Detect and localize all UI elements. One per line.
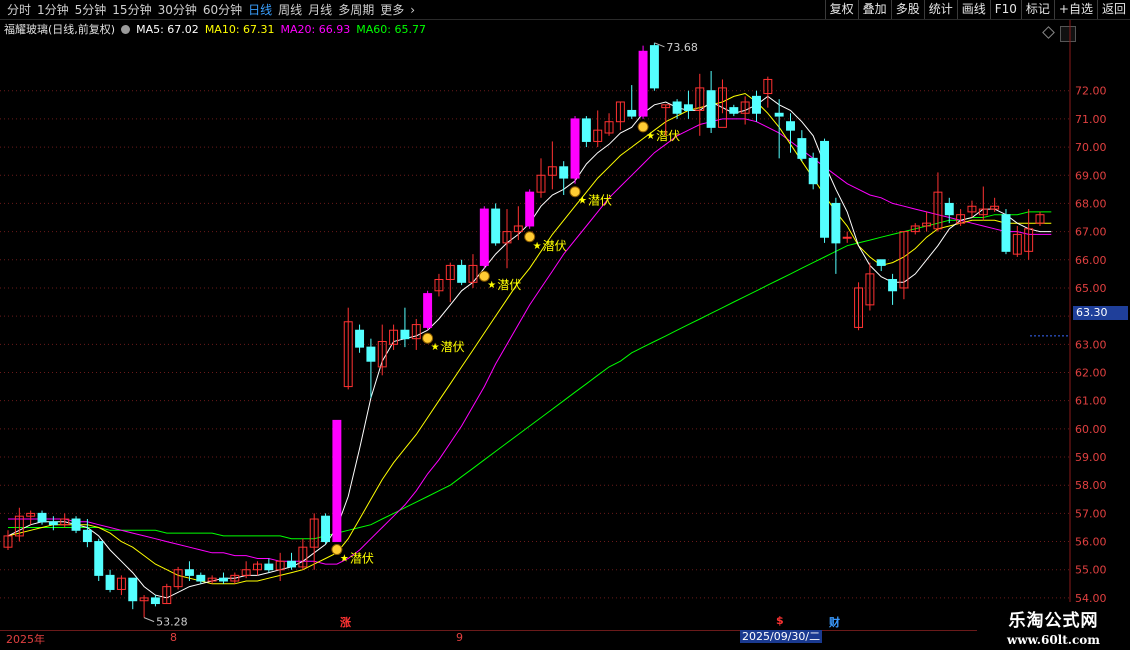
y-tick-label: 69.00 — [1075, 169, 1107, 182]
date-month-8: 8 — [170, 631, 177, 644]
candle-body — [774, 112, 784, 117]
signal-label: 潜伏 — [497, 278, 521, 292]
candle-body — [366, 346, 376, 362]
candle-body — [638, 50, 648, 117]
signal-label: 潜伏 — [588, 194, 612, 208]
candle-body — [355, 329, 365, 348]
selected-date: 2025/09/30/二 — [740, 630, 823, 643]
candle-body — [184, 569, 194, 576]
ma10-line — [7, 92, 1052, 585]
event-cai[interactable]: 财 — [829, 614, 840, 630]
candle-body — [48, 521, 58, 526]
watermark-url: www.60lt.com — [1007, 633, 1100, 647]
candle-body — [706, 90, 716, 128]
signal-star-icon: ★ — [578, 196, 587, 207]
candle-body — [559, 166, 569, 179]
y-tick-label: 56.00 — [1075, 536, 1107, 549]
candle-body — [105, 574, 115, 590]
candle-body — [888, 279, 898, 292]
candle-body — [196, 574, 206, 582]
candle-body — [683, 104, 693, 111]
y-tick-label: 57.00 — [1075, 507, 1107, 520]
candle-body — [71, 518, 81, 531]
candle-body — [423, 293, 433, 328]
signal-star-icon: ★ — [431, 342, 440, 353]
candle-body — [332, 419, 342, 543]
y-tick-label: 70.00 — [1075, 141, 1107, 154]
y-tick-label: 58.00 — [1075, 479, 1107, 492]
candle-body — [525, 191, 535, 227]
watermark-title: 乐淘公式网 — [1008, 611, 1099, 631]
candle-body — [752, 95, 761, 114]
y-tick-label: 60.00 — [1075, 423, 1107, 436]
signal-star-icon: ★ — [533, 241, 542, 252]
ma5-line — [7, 95, 1052, 599]
candle-body — [627, 109, 637, 117]
candle-body — [128, 577, 138, 602]
candle-body — [1001, 214, 1011, 252]
candle-body — [729, 107, 739, 114]
y-tick-label: 67.00 — [1075, 226, 1107, 239]
ma60-line — [8, 211, 1052, 540]
y-tick-label: 63.00 — [1075, 338, 1107, 351]
candlestick-chart[interactable]: 72.00 71.00 70.00 69.00 68.00 67.00 66.00 65.00… — [0, 0, 1130, 650]
candle-body — [944, 202, 954, 216]
candle-body — [649, 45, 659, 89]
y-tick-label: 55.00 — [1075, 564, 1107, 577]
y-tick-label: 61.00 — [1075, 395, 1107, 408]
candle-body — [808, 157, 818, 185]
y-tick-label: 66.00 — [1075, 254, 1107, 267]
candle-body — [820, 140, 829, 238]
y-tick-label: 71.00 — [1075, 113, 1107, 126]
low-label: 53.28 — [156, 616, 188, 629]
candle-body — [491, 208, 501, 244]
candle-body — [797, 138, 807, 159]
candle-body — [219, 577, 228, 582]
candle-body — [82, 529, 92, 543]
low-pointer — [143, 617, 155, 623]
candle-body — [570, 118, 580, 179]
candle-body — [321, 515, 331, 543]
y-tick-label: 62.00 — [1075, 366, 1107, 379]
date-month-9: 9 — [456, 631, 463, 644]
candle-body — [457, 264, 467, 283]
candle-body — [400, 329, 410, 340]
signal-label: 潜伏 — [543, 239, 567, 253]
candle-body — [264, 563, 274, 571]
candle-body — [842, 236, 852, 239]
signal-label: 潜伏 — [350, 552, 374, 566]
candle-body — [831, 202, 841, 244]
signal-star-icon: ★ — [646, 131, 655, 142]
y-tick-label: 72.00 — [1075, 85, 1107, 98]
watermark: 乐淘公式网 www.60lt.com — [977, 602, 1130, 650]
y-tick-label: 59.00 — [1075, 451, 1107, 464]
signal-label: 潜伏 — [441, 340, 465, 354]
event-zhang[interactable]: 涨 — [340, 614, 351, 630]
candle-body — [581, 118, 591, 142]
ma20-line — [8, 118, 1052, 565]
signal-star-icon: ★ — [340, 554, 349, 565]
candle-body — [150, 597, 160, 605]
candle-body — [786, 121, 795, 131]
candle-body — [287, 560, 296, 568]
y-tick-label: 65.00 — [1075, 282, 1107, 295]
candle-body — [672, 101, 682, 114]
date-year: 2025年 — [6, 633, 45, 646]
candle-body — [37, 512, 47, 523]
signal-label: 潜伏 — [656, 129, 680, 143]
candle-body — [876, 259, 886, 266]
high-label: 73.68 — [666, 41, 698, 54]
candle-body — [94, 541, 104, 576]
y-tick-label: 68.00 — [1075, 197, 1107, 210]
candle-body — [479, 208, 489, 266]
event-dollar[interactable]: $ — [776, 614, 784, 627]
current-price-tag: 63.30 — [1073, 306, 1128, 320]
signal-star-icon: ★ — [487, 280, 496, 291]
